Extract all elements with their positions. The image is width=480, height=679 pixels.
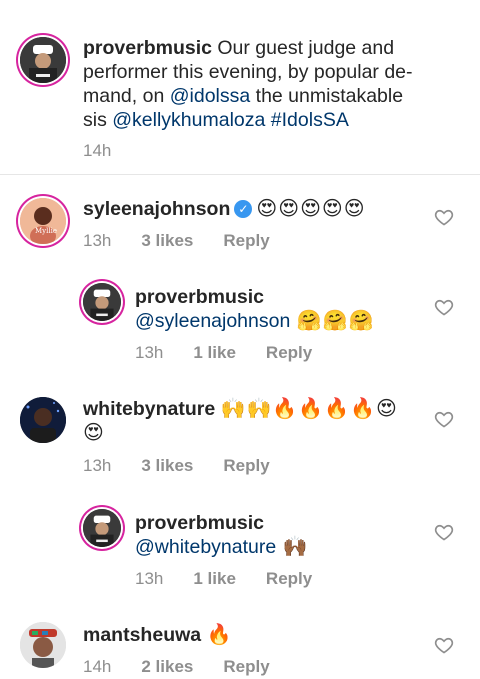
comment: mantsheuwa 🔥 14h 2 likes Reply: [0, 600, 480, 679]
reply-button[interactable]: Reply: [223, 657, 269, 676]
comment-username[interactable]: proverbmusic: [135, 286, 264, 308]
avatar[interactable]: [20, 37, 66, 83]
heart-outline-icon[interactable]: [434, 522, 454, 542]
heart-outline-icon[interactable]: [434, 635, 454, 655]
comment-text: syleenajohnson ✓ 😍😍😍😍😍: [83, 197, 403, 221]
mention-link[interactable]: @syleenajohnson: [135, 310, 290, 332]
timestamp: 13h: [83, 456, 112, 475]
comment: Myllie syleenajohnson ✓ 😍😍😍😍😍 13h 3 likes Re…: [0, 175, 480, 265]
comment-text: proverbmusic @whitebynature 🙌🏾: [135, 511, 425, 559]
comment-body: 😍😍😍😍😍: [256, 198, 366, 220]
mention-link[interactable]: @whitebynature: [135, 536, 276, 558]
avatar[interactable]: Myllie: [20, 198, 66, 244]
likes-count[interactable]: 1 like: [193, 569, 236, 588]
comment: whitebynature 🙌🙌🔥🔥🔥🔥😍😍 13h 3 likes Reply: [0, 375, 480, 485]
reply-button[interactable]: Reply: [266, 343, 312, 362]
comment-username[interactable]: proverbmusic: [135, 512, 264, 534]
avatar[interactable]: [83, 509, 121, 547]
verified-badge-icon: ✓: [234, 200, 253, 218]
timestamp: 13h: [135, 569, 164, 588]
timestamp: 14h: [83, 141, 112, 160]
comment-username[interactable]: mantsheuwa: [83, 624, 201, 646]
comment-reply: proverbmusic @syleenajohnson 🤗🤗🤗 13h 1 li…: [0, 265, 480, 375]
avatar-image: [20, 37, 66, 83]
likes-count[interactable]: 2 likes: [141, 657, 193, 676]
comment-text: mantsheuwa 🔥: [83, 623, 413, 647]
hashtag-link[interactable]: #IdolsSA: [271, 109, 349, 131]
comment-text: whitebynature 🙌🙌🔥🔥🔥🔥😍😍: [83, 397, 413, 445]
timestamp: 13h: [135, 343, 164, 362]
caption: proverbmusic Our guest judge and perform…: [0, 0, 480, 175]
comment-username[interactable]: whitebynature: [83, 398, 215, 420]
avatar-image: [20, 397, 66, 443]
caption-text: proverbmusic Our guest judge and perform…: [83, 37, 413, 131]
comment-body: 🤗🤗🤗: [290, 310, 375, 332]
caption-meta: 14h: [83, 141, 141, 161]
reply-button[interactable]: Reply: [223, 456, 269, 475]
avatar[interactable]: [83, 283, 121, 321]
caption-username[interactable]: proverbmusic: [83, 37, 212, 59]
mention-link[interactable]: @kellykhumaloza: [112, 109, 265, 131]
comment-username[interactable]: syleenajohnson: [83, 198, 230, 220]
comment-meta: 13h 3 likes Reply: [83, 456, 300, 476]
mention-link[interactable]: @idolssa: [170, 85, 251, 107]
heart-outline-icon[interactable]: [434, 207, 454, 227]
likes-count[interactable]: 1 like: [193, 343, 236, 362]
svg-text:Myllie: Myllie: [35, 227, 57, 235]
avatar-image: Myllie: [20, 198, 66, 244]
comment-text: proverbmusic @syleenajohnson 🤗🤗🤗: [135, 285, 425, 333]
comment-reply: proverbmusic @whitebynature 🙌🏾 13h 1 like…: [0, 490, 480, 600]
reply-button[interactable]: Reply: [223, 231, 269, 250]
likes-count[interactable]: 3 likes: [141, 231, 193, 250]
avatar-image: [83, 283, 121, 321]
comment-meta: 13h 3 likes Reply: [83, 231, 300, 251]
comment-meta: 13h 1 like Reply: [135, 343, 342, 363]
avatar-image: [83, 509, 121, 547]
heart-outline-icon[interactable]: [434, 297, 454, 317]
comment-meta: 14h 2 likes Reply: [83, 657, 300, 677]
comment-body: 🙌🏾: [276, 536, 309, 558]
avatar-image: [20, 622, 66, 668]
comment-body: 🔥: [206, 624, 233, 646]
timestamp: 13h: [83, 231, 112, 250]
reply-button[interactable]: Reply: [266, 569, 312, 588]
avatar[interactable]: [20, 622, 66, 668]
timestamp: 14h: [83, 657, 112, 676]
avatar[interactable]: [20, 397, 66, 443]
comment-meta: 13h 1 like Reply: [135, 569, 342, 589]
heart-outline-icon[interactable]: [434, 409, 454, 429]
likes-count[interactable]: 3 likes: [141, 456, 193, 475]
